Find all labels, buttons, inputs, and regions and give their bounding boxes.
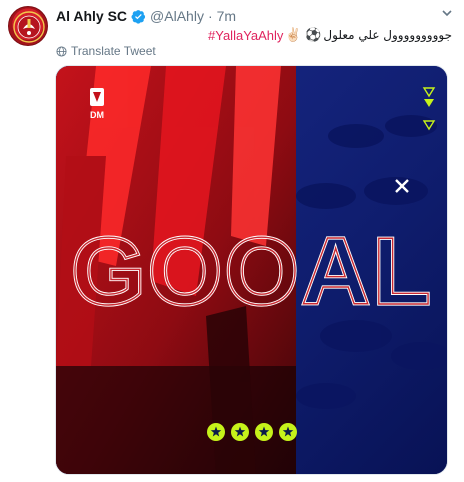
separator: · <box>207 8 213 24</box>
dm-logo: DM <box>90 88 104 120</box>
goal-graphic: DM GOOAL GOOAL <box>56 66 447 474</box>
tweet[interactable]: Al Ahly SC @AlAhly · 7m #YallaYaAhly ✌🏻 … <box>0 0 464 482</box>
display-name[interactable]: Al Ahly SC <box>56 8 127 24</box>
globe-icon <box>56 45 67 57</box>
handle[interactable]: @AlAhly <box>150 8 204 24</box>
chevron-down-icon[interactable] <box>440 6 454 20</box>
arabic-text: جووووووووول علي معلول <box>323 28 452 42</box>
hashtag-link[interactable]: #YallaYaAhly <box>208 28 283 43</box>
goal-word: GOOAL GOOAL <box>69 216 433 326</box>
tweet-text: #YallaYaAhly ✌🏻 ⚽ جووووووووول علي معلول <box>208 25 452 45</box>
verified-badge-icon <box>131 9 146 24</box>
emoji: ✌🏻 ⚽ <box>285 27 322 42</box>
tweet-media-image[interactable]: DM GOOAL GOOAL <box>55 65 448 475</box>
timestamp[interactable]: 7m <box>217 8 236 24</box>
tweet-header: Al Ahly SC @AlAhly · 7m <box>56 7 236 25</box>
translate-label: Translate Tweet <box>71 44 156 58</box>
avatar[interactable] <box>8 6 48 46</box>
translate-tweet-link[interactable]: Translate Tweet <box>56 44 156 58</box>
al-ahly-crest-icon <box>13 11 45 43</box>
goal-text-inner: GOOAL <box>71 218 433 325</box>
dm-logo-text: DM <box>90 110 104 120</box>
